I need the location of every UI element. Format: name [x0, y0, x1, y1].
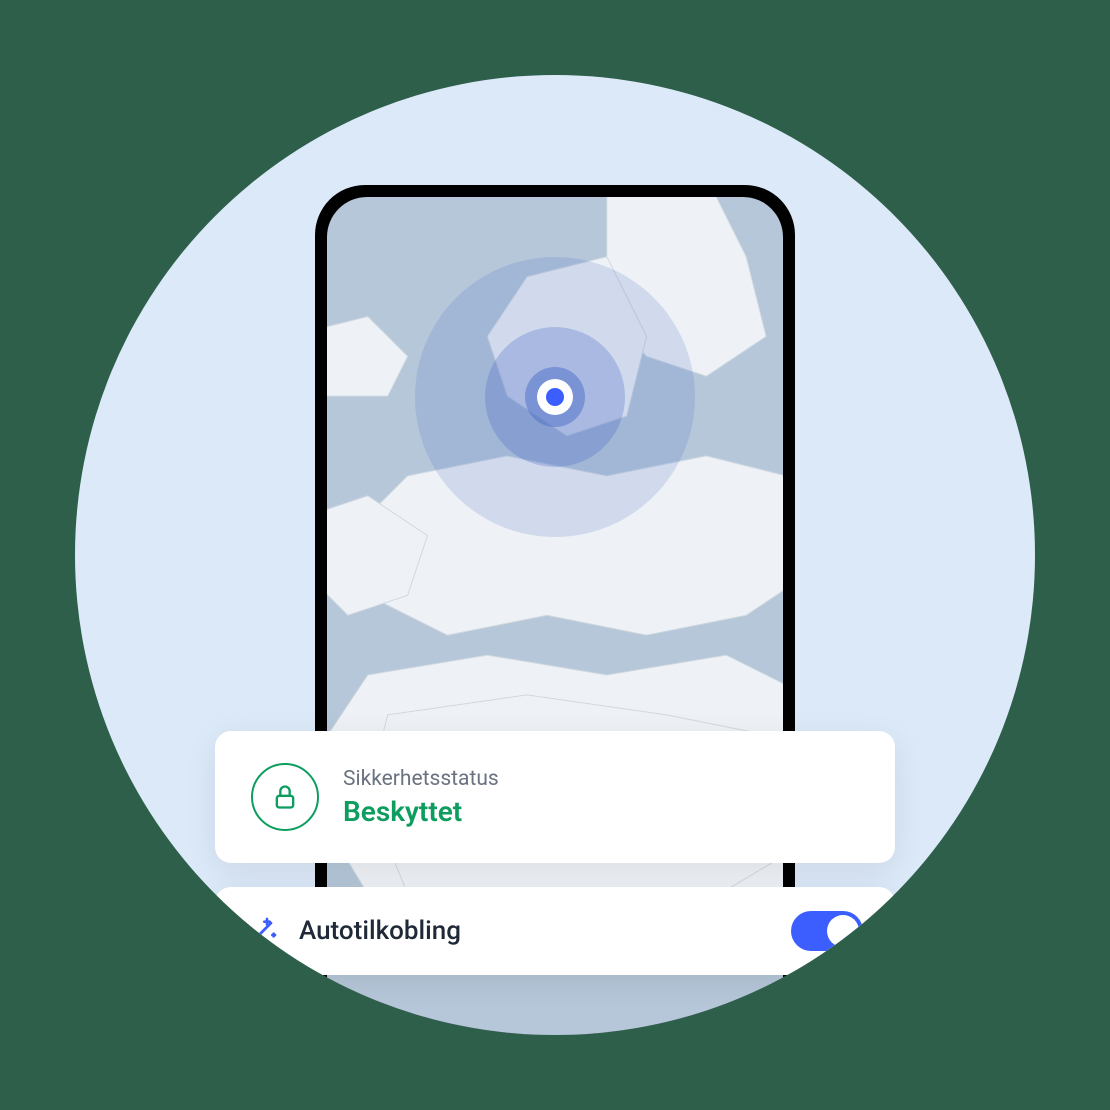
toggle-knob: [827, 915, 859, 947]
status-text-group: Sikkerhetsstatus Beskyttet: [343, 767, 499, 828]
autoconnect-label: Autotilkobling: [299, 916, 771, 946]
security-status-card[interactable]: Sikkerhetsstatus Beskyttet: [215, 731, 895, 863]
location-dot: [546, 388, 564, 406]
autoconnect-toggle[interactable]: [791, 911, 863, 951]
lock-icon: [271, 783, 299, 811]
security-status-label: Sikkerhetsstatus: [343, 767, 499, 791]
wand-icon: [247, 915, 279, 947]
autoconnect-card[interactable]: Autotilkobling: [215, 887, 895, 975]
lock-icon-circle: [251, 763, 319, 831]
security-status-value: Beskyttet: [343, 795, 499, 828]
location-marker: [537, 379, 573, 415]
background-circle: Sikkerhetsstatus Beskyttet Autotilkoblin…: [75, 75, 1035, 1035]
cards-container: Sikkerhetsstatus Beskyttet Autotilkoblin…: [215, 731, 895, 975]
